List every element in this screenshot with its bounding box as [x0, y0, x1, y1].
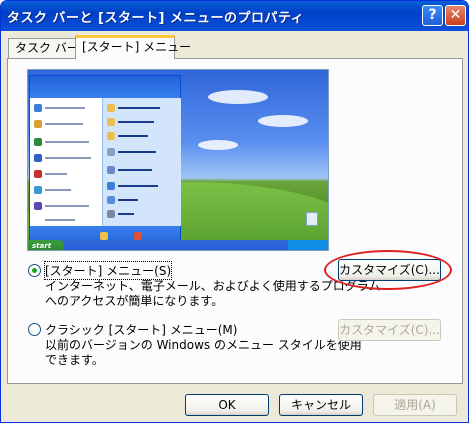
cloud	[208, 90, 268, 104]
folder-icon	[107, 132, 115, 140]
system-tray-thumbnail	[288, 240, 328, 250]
properties-dialog: タスク バーと [スタート] メニューのプロパティ ? ✕ タスク バー [スタ…	[0, 0, 469, 423]
start-menu-thumbnail	[29, 75, 181, 247]
program-entry	[45, 123, 83, 125]
start-menu-radio[interactable]	[28, 264, 41, 277]
start-menu-left-column	[30, 98, 102, 226]
program-entry	[45, 189, 71, 191]
program-icon	[34, 170, 42, 178]
folder-icon	[107, 118, 115, 126]
program-icon	[34, 186, 42, 194]
start-menu-description: インターネット、電子メール、およびよく使用するプログラム へのアクセスが簡単にな…	[45, 279, 380, 309]
run-icon	[107, 210, 115, 218]
start-menu-preview-image: start	[27, 69, 329, 251]
program-entry	[45, 173, 67, 175]
place-entry	[118, 169, 152, 171]
place-entry	[118, 151, 156, 153]
close-button[interactable]: ✕	[445, 5, 466, 26]
program-entry	[45, 107, 85, 109]
classic-menu-radio[interactable]	[28, 323, 41, 336]
help-icon	[107, 182, 115, 190]
start-menu-description-line1: インターネット、電子メール、およびよく使用するプログラム	[45, 279, 381, 293]
start-menu-radio-label[interactable]: [スタート] メニュー(S)	[43, 261, 173, 280]
program-icon	[34, 202, 42, 210]
program-icon	[34, 138, 42, 146]
classic-menu-customize-button[interactable]: カスタマイズ(C)...	[338, 319, 441, 341]
classic-menu-description: 以前のバージョンの Windows のメニュー スタイルを使用 できます。	[45, 338, 362, 368]
cloud	[198, 140, 238, 150]
ok-button[interactable]: OK	[185, 394, 269, 416]
classic-menu-description-line1: 以前のバージョンの Windows のメニュー スタイルを使用	[45, 338, 362, 352]
apply-button[interactable]: 適用(A)	[373, 394, 457, 416]
radio-selected-dot	[32, 268, 37, 273]
program-entry	[45, 141, 89, 143]
folder-icon	[107, 104, 115, 112]
recycle-bin-icon	[306, 212, 318, 226]
computer-icon	[107, 148, 115, 156]
log-off-icon	[100, 232, 108, 240]
cloud	[258, 115, 308, 127]
place-entry	[118, 199, 138, 201]
tab-start-menu[interactable]: [スタート] メニュー	[75, 35, 191, 59]
window-title: タスク バーと [スタート] メニューのプロパティ	[7, 11, 305, 26]
program-entry	[45, 205, 89, 207]
program-entry	[45, 157, 91, 159]
place-entry	[118, 135, 148, 137]
place-entry	[118, 213, 134, 215]
cancel-button[interactable]: キャンセル	[279, 394, 363, 416]
start-menu-description-line2: へのアクセスが簡単になります。	[45, 294, 224, 308]
all-programs-entry	[45, 219, 75, 221]
control-panel-icon	[107, 166, 115, 174]
place-entry	[118, 185, 158, 187]
program-icon	[34, 120, 42, 128]
start-button-thumbnail: start	[28, 240, 64, 250]
title-bar: タスク バーと [スタート] メニューのプロパティ ? ✕	[1, 1, 468, 31]
program-icon	[34, 154, 42, 162]
turn-off-icon	[134, 232, 142, 240]
place-entry	[118, 121, 154, 123]
classic-menu-description-line2: できます。	[45, 353, 104, 367]
taskbar-thumbnail	[28, 240, 328, 250]
start-menu-right-column	[102, 98, 181, 226]
place-entry	[118, 107, 160, 109]
start-menu-header	[30, 76, 180, 98]
search-icon	[107, 196, 115, 204]
start-menu-customize-button[interactable]: カスタマイズ(C)...	[338, 259, 441, 281]
help-button[interactable]: ?	[422, 5, 443, 26]
program-icon	[34, 104, 42, 112]
tab-taskbar[interactable]: タスク バー	[8, 38, 79, 58]
classic-menu-radio-label[interactable]: クラシック [スタート] メニュー(M)	[45, 321, 237, 338]
